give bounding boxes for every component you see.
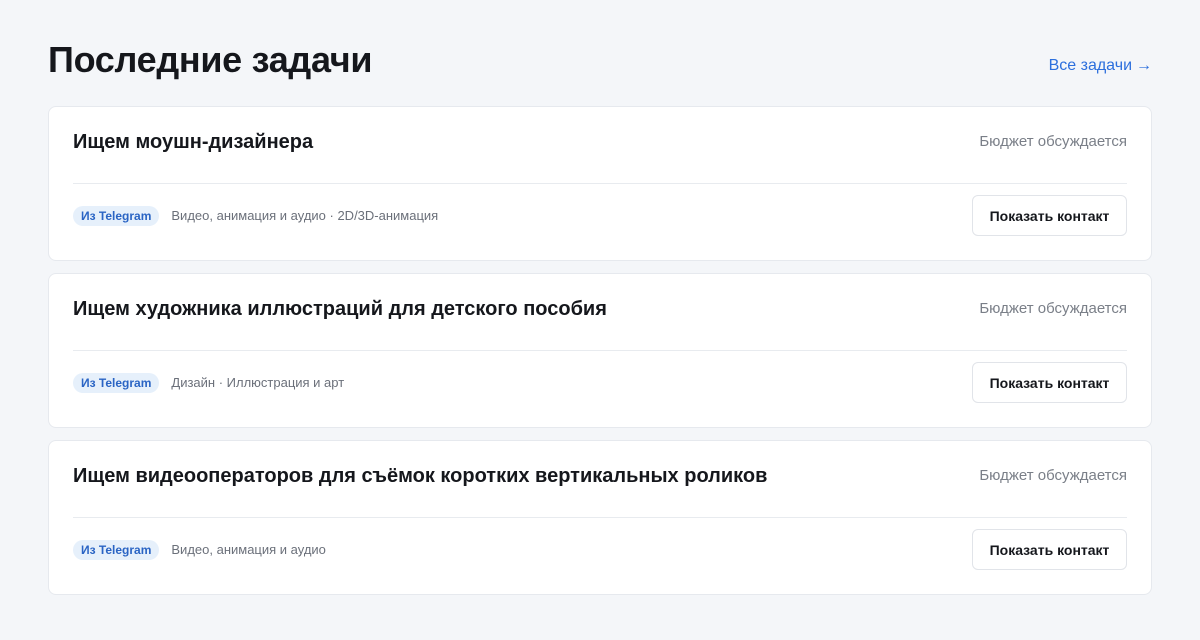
task-title[interactable]: Ищем видеооператоров для съёмок коротких… [73,463,767,489]
task-category: Видео, анимация и аудио [171,542,326,557]
task-budget: Бюджет обсуждается [979,467,1127,484]
task-card[interactable]: Ищем художника иллюстраций для детского … [48,273,1152,428]
task-meta: Из Telegram Видео, анимация и аудио · 2D… [73,206,438,226]
source-badge: Из Telegram [73,540,160,560]
task-card[interactable]: Ищем видеооператоров для съёмок коротких… [48,440,1152,595]
show-contact-button[interactable]: Показать контакт [972,529,1127,570]
card-divider [73,517,1127,518]
source-badge: Из Telegram [73,206,160,226]
show-contact-button[interactable]: Показать контакт [972,195,1127,236]
card-divider [73,350,1127,351]
task-budget: Бюджет обсуждается [979,133,1127,150]
card-divider [73,183,1127,184]
arrow-right-icon: → [1136,57,1152,74]
section-header: Последние задачи Все задачи → [48,38,1152,88]
task-budget: Бюджет обсуждается [979,300,1127,317]
task-title[interactable]: Ищем художника иллюстраций для детского … [73,296,607,322]
all-tasks-label: Все задачи [1048,57,1132,74]
all-tasks-link[interactable]: Все задачи → [1049,56,1152,76]
task-meta: Из Telegram Дизайн · Иллюстрация и арт [73,373,344,393]
task-meta: Из Telegram Видео, анимация и аудио [73,540,326,560]
task-category: Дизайн · Иллюстрация и арт [171,375,345,390]
show-contact-button[interactable]: Показать контакт [972,362,1127,403]
page-title: Последние задачи [48,39,373,80]
task-category: Видео, анимация и аудио · 2D/3D-анимация [171,208,439,223]
task-card[interactable]: Ищем моушн-дизайнера Бюджет обсуждается … [48,106,1152,261]
task-title[interactable]: Ищем моушн-дизайнера [73,129,313,155]
source-badge: Из Telegram [73,373,160,393]
